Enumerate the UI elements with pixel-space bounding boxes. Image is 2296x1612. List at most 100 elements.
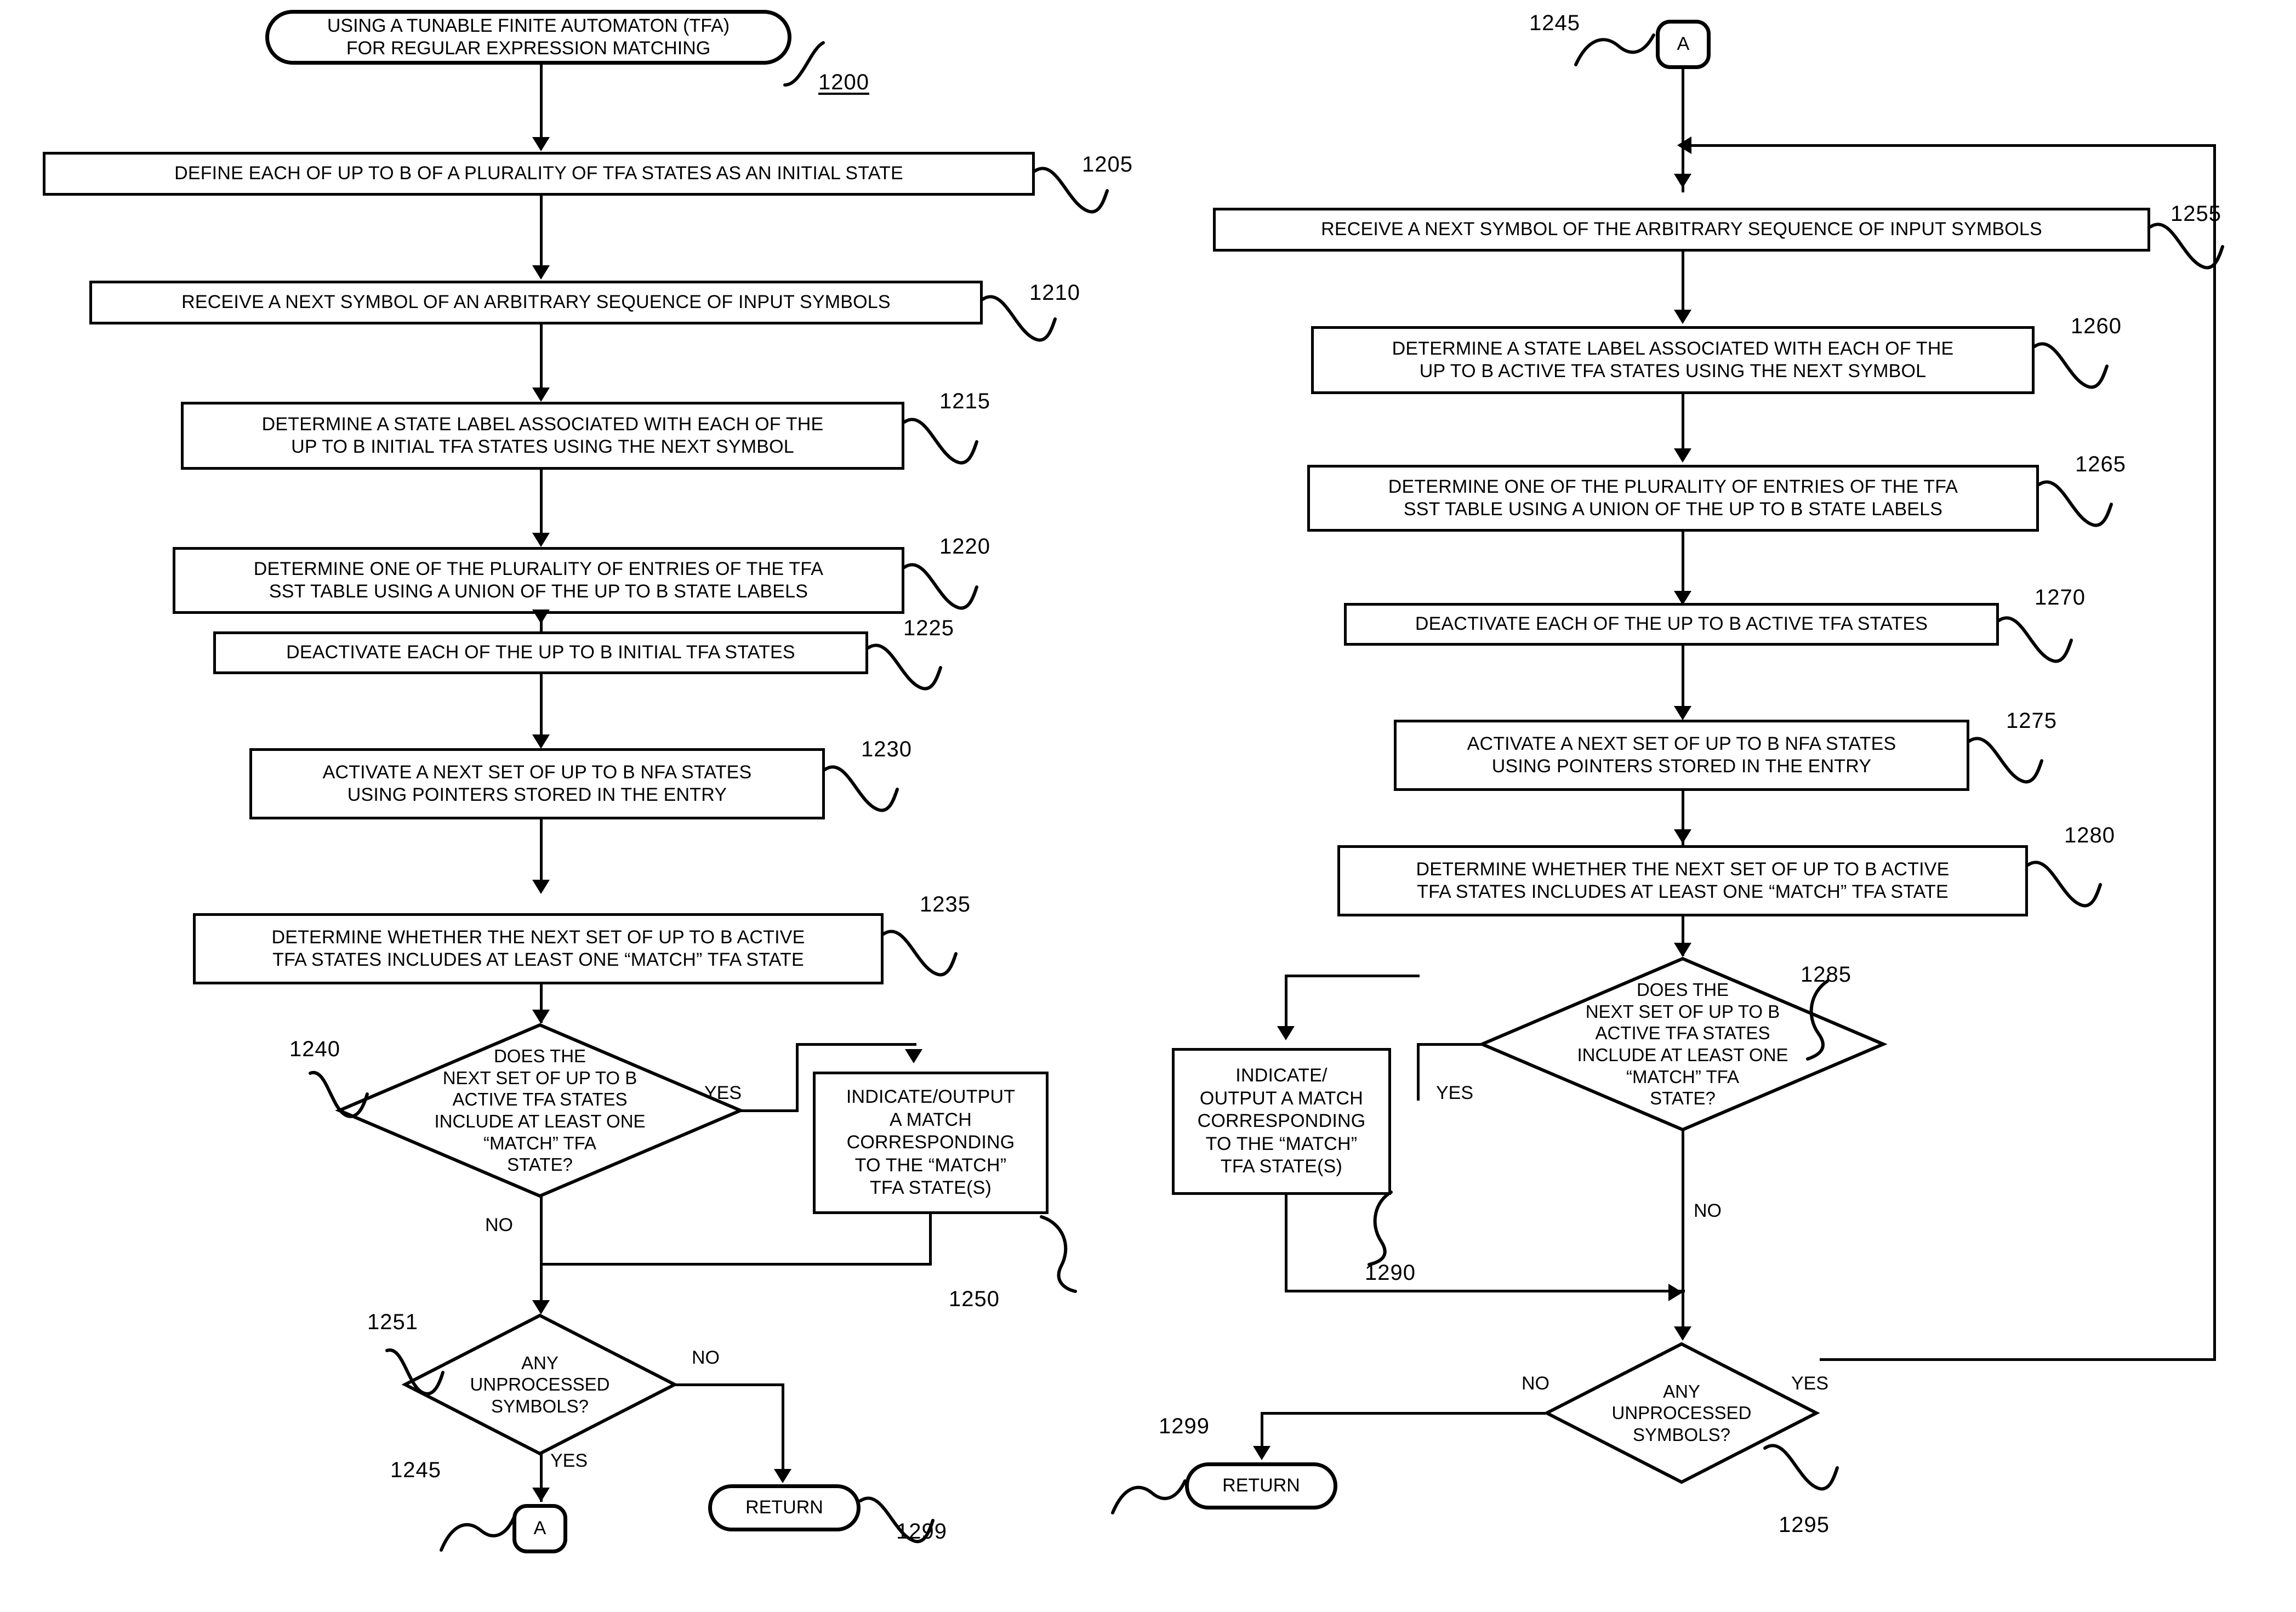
leader-squiggle-1245-left xyxy=(440,1517,515,1552)
step-1230-line2: USING POINTERS STORED IN THE ENTRY xyxy=(347,784,727,805)
step-1250-line2: A MATCH xyxy=(889,1109,972,1130)
leader-squiggle-1251 xyxy=(385,1348,445,1395)
flow-start-terminator: USING A TUNABLE FINITE AUTOMATON (TFA) F… xyxy=(265,10,791,65)
step-1230-line1: ACTIVATE A NEXT SET OF UP TO B NFA STATE… xyxy=(322,761,752,783)
arrowhead-1285-1290 xyxy=(1277,1026,1295,1040)
step-1215-line2: UP TO B INITIAL TFA STATES USING THE NEX… xyxy=(291,436,794,457)
decision-1240-diamond: DOES THE NEXT SET OF UP TO B ACTIVE TFA … xyxy=(335,1023,745,1198)
leader-squiggle-1280 xyxy=(2026,861,2102,908)
leader-squiggle-1215 xyxy=(903,418,978,465)
edge-label-1295-no: NO xyxy=(1522,1373,1549,1394)
step-1220-line2: SST TABLE USING A UNION OF THE UP TO B S… xyxy=(269,581,808,602)
step-1220-line1: DETERMINE ONE OF THE PLURALITY OF ENTRIE… xyxy=(253,558,824,579)
edge-1285-yes-h2 xyxy=(1285,975,1420,977)
step-1220-box: DETERMINE ONE OF THE PLURALITY OF ENTRIE… xyxy=(173,547,904,614)
step-1290-line4: TO THE “MATCH” xyxy=(1205,1133,1358,1154)
ref-numeral-1220: 1220 xyxy=(939,534,990,559)
edge-1255-1260 xyxy=(1682,252,1684,312)
ref-numeral-1215: 1215 xyxy=(939,389,990,413)
step-1250-box: INDICATE/OUTPUT A MATCH CORRESPONDING TO… xyxy=(813,1072,1049,1214)
ref-numeral-1200: 1200 xyxy=(818,70,869,94)
step-1275-box: ACTIVATE A NEXT SET OF UP TO B NFA STATE… xyxy=(1394,720,1969,791)
edge-label-1251-yes: YES xyxy=(550,1450,588,1471)
edge-1290-back xyxy=(1285,1290,1685,1292)
ref-numeral-1205: 1205 xyxy=(1082,152,1133,176)
ref-numeral-1255: 1255 xyxy=(2170,202,2221,226)
step-1270-text: DEACTIVATE EACH OF THE UP TO B ACTIVE TF… xyxy=(1415,613,1928,635)
arrowhead-1215-1220 xyxy=(532,533,550,547)
ref-numeral-1245-right: 1245 xyxy=(1529,11,1580,35)
return-terminator-right: RETURN xyxy=(1185,1462,1337,1510)
ref-numeral-1280: 1280 xyxy=(2064,823,2115,847)
feedback-loop-right xyxy=(2213,144,2216,1361)
edge-label-1240-no: NO xyxy=(485,1215,513,1235)
step-1230-box: ACTIVATE A NEXT SET OF UP TO B NFA STATE… xyxy=(249,748,825,819)
edge-1260-1265 xyxy=(1682,394,1684,453)
leader-squiggle-1250 xyxy=(1040,1215,1077,1293)
edge-1250-down xyxy=(929,1214,932,1264)
ref-numeral-1290: 1290 xyxy=(1365,1261,1416,1285)
leader-squiggle-1285 xyxy=(1806,979,1829,1061)
arrowhead-1205-1210 xyxy=(532,265,550,280)
edge-label-1285-yes: YES xyxy=(1436,1083,1474,1103)
arrowhead-1251-return xyxy=(774,1469,791,1483)
edge-1215-1220 xyxy=(540,470,543,534)
arrowhead-1255-1260 xyxy=(1674,310,1691,324)
return-left-label: RETURN xyxy=(745,1497,823,1518)
arrowhead-1251-connectorA xyxy=(532,1488,550,1502)
edge-1210-1215 xyxy=(540,324,543,389)
edge-1285-yes-h1 xyxy=(1417,1043,1483,1046)
leader-squiggle-1225 xyxy=(867,643,942,691)
ref-numeral-1210: 1210 xyxy=(1029,281,1080,305)
step-1250-line5: TFA STATE(S) xyxy=(869,1177,992,1199)
edge-1295-no-h xyxy=(1261,1412,1546,1415)
connector-A-left: A xyxy=(512,1504,567,1553)
ref-numeral-1275: 1275 xyxy=(2006,709,2057,733)
ref-numeral-1240: 1240 xyxy=(289,1037,340,1061)
edge-label-1240-yes: YES xyxy=(704,1083,742,1103)
arrowhead-1280-1285 xyxy=(1674,943,1691,957)
step-1265-line2: SST TABLE USING A UNION OF THE UP TO B S… xyxy=(1403,499,1943,520)
patent-flowchart-figure: USING A TUNABLE FINITE AUTOMATON (TFA) F… xyxy=(0,0,2296,1612)
step-1275-line1: ACTIVATE A NEXT SET OF UP TO B NFA STATE… xyxy=(1467,733,1896,754)
arrowhead-1295-return xyxy=(1253,1446,1271,1460)
step-1290-line5: TFA STATE(S) xyxy=(1220,1156,1343,1177)
step-1225-text: DEACTIVATE EACH OF THE UP TO B INITIAL T… xyxy=(286,642,795,663)
step-1205-box: DEFINE EACH OF UP TO B OF A PLURALITY OF… xyxy=(43,152,1035,196)
ref-numeral-1285: 1285 xyxy=(1801,962,1851,987)
return-terminator-left: RETURN xyxy=(708,1484,861,1531)
edge-1251-no-h xyxy=(675,1383,784,1386)
step-1280-line2: TFA STATES INCLUDES AT LEAST ONE “MATCH”… xyxy=(1417,881,1949,902)
arrowhead-1270-1275 xyxy=(1674,706,1691,720)
ref-numeral-1250: 1250 xyxy=(949,1287,1000,1311)
feedback-loop-bottom xyxy=(1820,1358,2216,1361)
step-1250-line1: INDICATE/OUTPUT xyxy=(846,1086,1016,1108)
step-1260-line1: DETERMINE A STATE LABEL ASSOCIATED WITH … xyxy=(1392,338,1954,359)
step-1225-box: DEACTIVATE EACH OF THE UP TO B INITIAL T… xyxy=(213,631,868,674)
connector-A-right: A xyxy=(1656,20,1711,69)
arrowhead-1285-1295 xyxy=(1674,1326,1691,1341)
step-1215-line1: DETERMINE A STATE LABEL ASSOCIATED WITH … xyxy=(261,413,824,435)
arrowhead-1290-join xyxy=(1668,1284,1683,1301)
leader-squiggle-1220 xyxy=(903,563,978,610)
step-1255-text: RECEIVE A NEXT SYMBOL OF THE ARBITRARY S… xyxy=(1321,219,2042,240)
step-1210-box: RECEIVE A NEXT SYMBOL OF AN ARBITRARY SE… xyxy=(89,281,983,324)
edge-1240-no-v xyxy=(540,1196,543,1311)
edge-label-1251-no: NO xyxy=(692,1347,720,1368)
edge-1200-1205 xyxy=(540,65,543,139)
edge-1290-down xyxy=(1285,1195,1287,1292)
leader-squiggle-1260 xyxy=(2033,342,2109,389)
ref-numeral-1299-left: 1299 xyxy=(896,1519,947,1543)
step-1210-text: RECEIVE A NEXT SYMBOL OF AN ARBITRARY SE… xyxy=(181,292,891,313)
step-1215-box: DETERMINE A STATE LABEL ASSOCIATED WITH … xyxy=(181,402,904,470)
arrowhead-1220-1225 xyxy=(532,610,550,624)
flow-start-line2: FOR REGULAR EXPRESSION MATCHING xyxy=(346,38,711,59)
edge-1265-1270 xyxy=(1682,532,1684,595)
step-1275-line2: USING POINTERS STORED IN THE ENTRY xyxy=(1491,756,1872,777)
edge-1225-1230 xyxy=(540,674,543,737)
step-1290-line3: CORRESPONDING xyxy=(1197,1110,1366,1132)
step-1255-box: RECEIVE A NEXT SYMBOL OF THE ARBITRARY S… xyxy=(1213,208,2150,252)
feedback-loop-top xyxy=(1682,144,2216,147)
arrowhead-1230-1235 xyxy=(532,880,550,894)
leader-squiggle-1265 xyxy=(2037,480,2113,527)
